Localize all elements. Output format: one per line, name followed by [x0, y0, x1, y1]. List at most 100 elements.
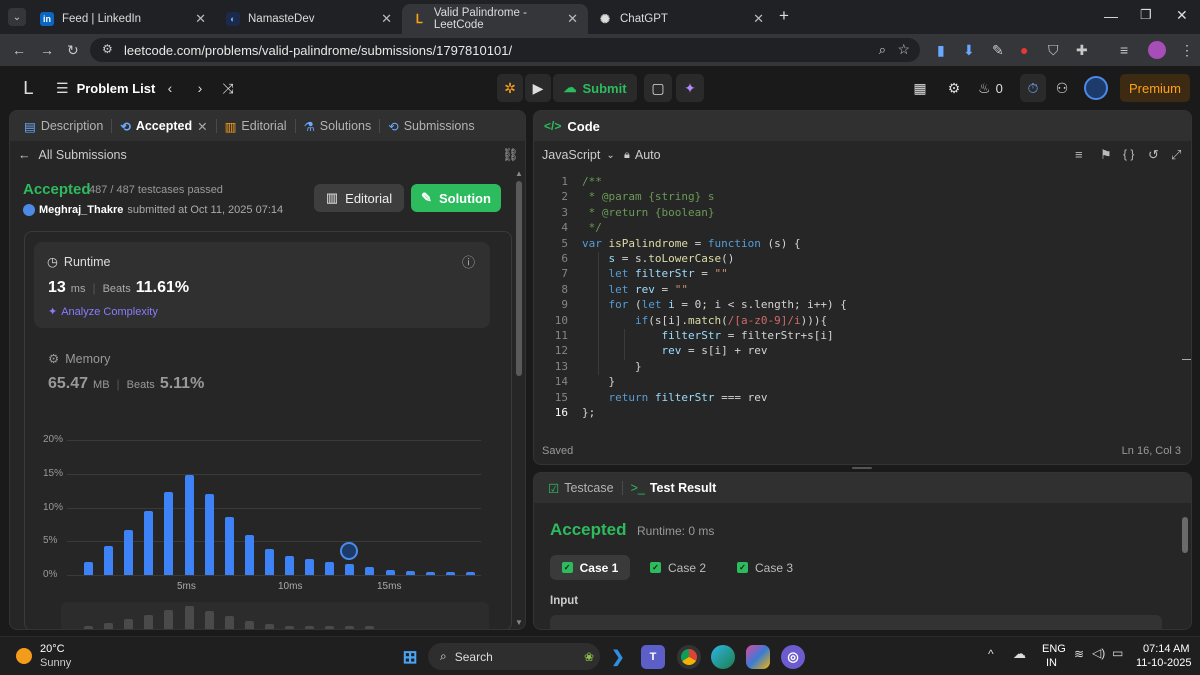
back-arrow-icon[interactable]: ← [12, 42, 26, 58]
ai-assistant-button[interactable]: ✦ [676, 74, 704, 102]
case-1-tab[interactable]: ✓ Case 1 [550, 555, 630, 580]
download-icon[interactable]: ⬇ [963, 42, 975, 59]
settings-gear-icon[interactable]: ⚙ [944, 74, 964, 102]
windows-start-icon[interactable]: ⊞ [398, 645, 422, 669]
extension-shield-icon[interactable]: ⛉ [1048, 42, 1059, 59]
extension-pen-icon[interactable]: ✎ [992, 42, 1004, 59]
bookmark-star-icon[interactable]: ☆ [897, 41, 910, 58]
input-box[interactable] [550, 615, 1162, 629]
code-token: filterStr [634, 267, 695, 281]
tab-test-result[interactable]: >_ Test Result [625, 473, 723, 503]
braces-icon[interactable]: { } [1123, 147, 1134, 161]
browser-tab-linkedin[interactable]: in Feed | LinkedIn ✕ [30, 4, 216, 34]
code-line[interactable]: rev = s[i] + rev [582, 344, 767, 359]
browser-menu-icon[interactable]: ⋮ [1180, 42, 1194, 59]
zoom-icon[interactable]: ⌕ [879, 42, 886, 58]
code-line[interactable]: s = s.toLowerCase() [582, 252, 734, 267]
code-line[interactable]: * @return {boolean} [582, 206, 715, 221]
code-line[interactable]: /** [582, 175, 602, 190]
submit-button[interactable]: ☁ Submit [553, 74, 637, 102]
browser-tab-leetcode[interactable]: ᒪ Valid Palindrome - LeetCode ✕ [402, 4, 588, 34]
code-line[interactable]: if(s[i].match(/[a-z0-9]/i))){ [582, 314, 827, 329]
code-editor[interactable]: 1 /** 2 * @param {string} s 3 * @return {bo… [534, 175, 1174, 427]
streak-counter[interactable]: ♨ 0 [978, 74, 1003, 102]
code-line[interactable]: let filterStr = "" [582, 267, 727, 282]
lang-1[interactable]: ENG [1042, 643, 1066, 655]
code-line[interactable]: } [582, 360, 642, 375]
teams-icon[interactable]: T [641, 645, 665, 669]
case-2-tab[interactable]: ✓ Case 2 [650, 555, 706, 580]
extension-red-icon[interactable]: ● [1020, 42, 1028, 58]
browser-tab-namastedev[interactable]: ◐ NamasteDev ✕ [216, 4, 402, 34]
run-button[interactable]: ▶ [525, 74, 551, 102]
forward-arrow-icon[interactable]: → [40, 42, 54, 58]
result-panel-scrollbar[interactable] [1182, 517, 1188, 553]
onedrive-icon[interactable]: ☁ [1013, 646, 1026, 662]
left-panel-scrollbar[interactable] [516, 181, 522, 376]
media-control-icon[interactable]: ≡ [1120, 42, 1128, 58]
maximize-button[interactable]: ❐ [1140, 7, 1152, 23]
auto-mode[interactable]: 🔒︎ Auto [624, 148, 661, 162]
add-friend-icon[interactable]: ⚇ [1052, 74, 1072, 102]
copilot-icon[interactable] [746, 645, 770, 669]
close-window-button[interactable]: ✕ [1176, 7, 1188, 24]
clock-date[interactable]: 11-10-2025 [1136, 657, 1191, 669]
code-line[interactable]: filterStr = filterStr+s[i] [582, 329, 833, 344]
chrome-icon[interactable] [677, 645, 701, 669]
code-line[interactable]: }; [582, 406, 595, 421]
problem-list-button[interactable]: ☰ Problem List [56, 74, 155, 102]
premium-button[interactable]: Premium [1120, 74, 1190, 102]
app-swirl-icon[interactable]: ◎ [781, 645, 805, 669]
clock-time[interactable]: 07:14 AM [1143, 643, 1189, 655]
profile-avatar[interactable] [1148, 41, 1166, 59]
wifi-icon[interactable]: ≋ [1074, 647, 1084, 661]
lang-2[interactable]: IN [1046, 657, 1057, 669]
taskbar-search[interactable]: ⌕ Search ❀ [428, 643, 600, 670]
next-problem-icon[interactable]: › [190, 74, 210, 102]
vscode-icon[interactable]: ❯ [606, 645, 630, 669]
code-line[interactable]: * @param {string} s [582, 190, 715, 205]
minimize-button[interactable]: — [1104, 8, 1118, 24]
user-avatar[interactable] [1084, 76, 1108, 100]
code-line[interactable]: var isPalindrome = function (s) { [582, 237, 801, 252]
scroll-down-icon[interactable]: ▼ [515, 618, 523, 627]
close-icon[interactable]: ✕ [567, 11, 578, 27]
timer-button[interactable]: ⏱ [1020, 74, 1046, 102]
close-icon[interactable]: ✕ [195, 11, 206, 27]
sun-weather-icon[interactable] [16, 648, 32, 664]
edge-icon[interactable] [711, 645, 735, 669]
extension-doc-icon[interactable]: ▮ [937, 42, 945, 59]
new-tab-button[interactable]: + [779, 6, 789, 26]
case-3-tab[interactable]: ✓ Case 3 [737, 555, 793, 580]
extensions-puzzle-icon[interactable]: ✚ [1076, 42, 1088, 59]
layout-icon[interactable]: ▦ [910, 74, 930, 102]
bookmark-icon[interactable]: ⚑ [1100, 147, 1112, 163]
shuffle-icon[interactable]: ⤨ [218, 74, 238, 102]
reset-icon[interactable]: ↺ [1148, 147, 1159, 163]
scroll-up-icon[interactable]: ▲ [515, 169, 523, 178]
address-bar[interactable]: ⚙ leetcode.com/problems/valid-palindrome… [90, 38, 920, 62]
code-line[interactable]: */ [582, 221, 602, 236]
battery-icon[interactable]: ▭ [1112, 646, 1123, 660]
debug-button[interactable]: ✲ [497, 74, 523, 102]
site-info-icon[interactable]: ⚙ [102, 42, 113, 56]
tab-search-button[interactable]: ⌄ [8, 8, 26, 26]
panel-resize-handle[interactable] [852, 467, 872, 469]
format-icon[interactable]: ≡ [1075, 147, 1083, 162]
language-selector[interactable]: JavaScript ⌄ [542, 148, 615, 162]
show-hidden-icons[interactable]: ^ [988, 647, 994, 661]
code-line[interactable]: } [582, 375, 615, 390]
prev-problem-icon[interactable]: ‹ [160, 74, 180, 102]
browser-tab-chatgpt[interactable]: ✺ ChatGPT ✕ [588, 4, 774, 34]
code-line[interactable]: return filterStr === rev [582, 391, 767, 406]
fullscreen-icon[interactable]: ⤢ [1171, 147, 1181, 163]
leetcode-logo-icon[interactable]: ᒪ [16, 74, 40, 102]
notes-button[interactable]: ▢ [644, 74, 672, 102]
close-icon[interactable]: ✕ [381, 11, 392, 27]
tab-testcase[interactable]: ☑ Testcase [542, 473, 620, 503]
volume-icon[interactable]: ◁) [1092, 646, 1105, 660]
check-icon: ✓ [737, 562, 748, 573]
code-line[interactable]: for (let i = 0; i < s.length; i++) { [582, 298, 846, 313]
close-icon[interactable]: ✕ [753, 11, 764, 27]
reload-icon[interactable]: ↻ [67, 42, 79, 59]
